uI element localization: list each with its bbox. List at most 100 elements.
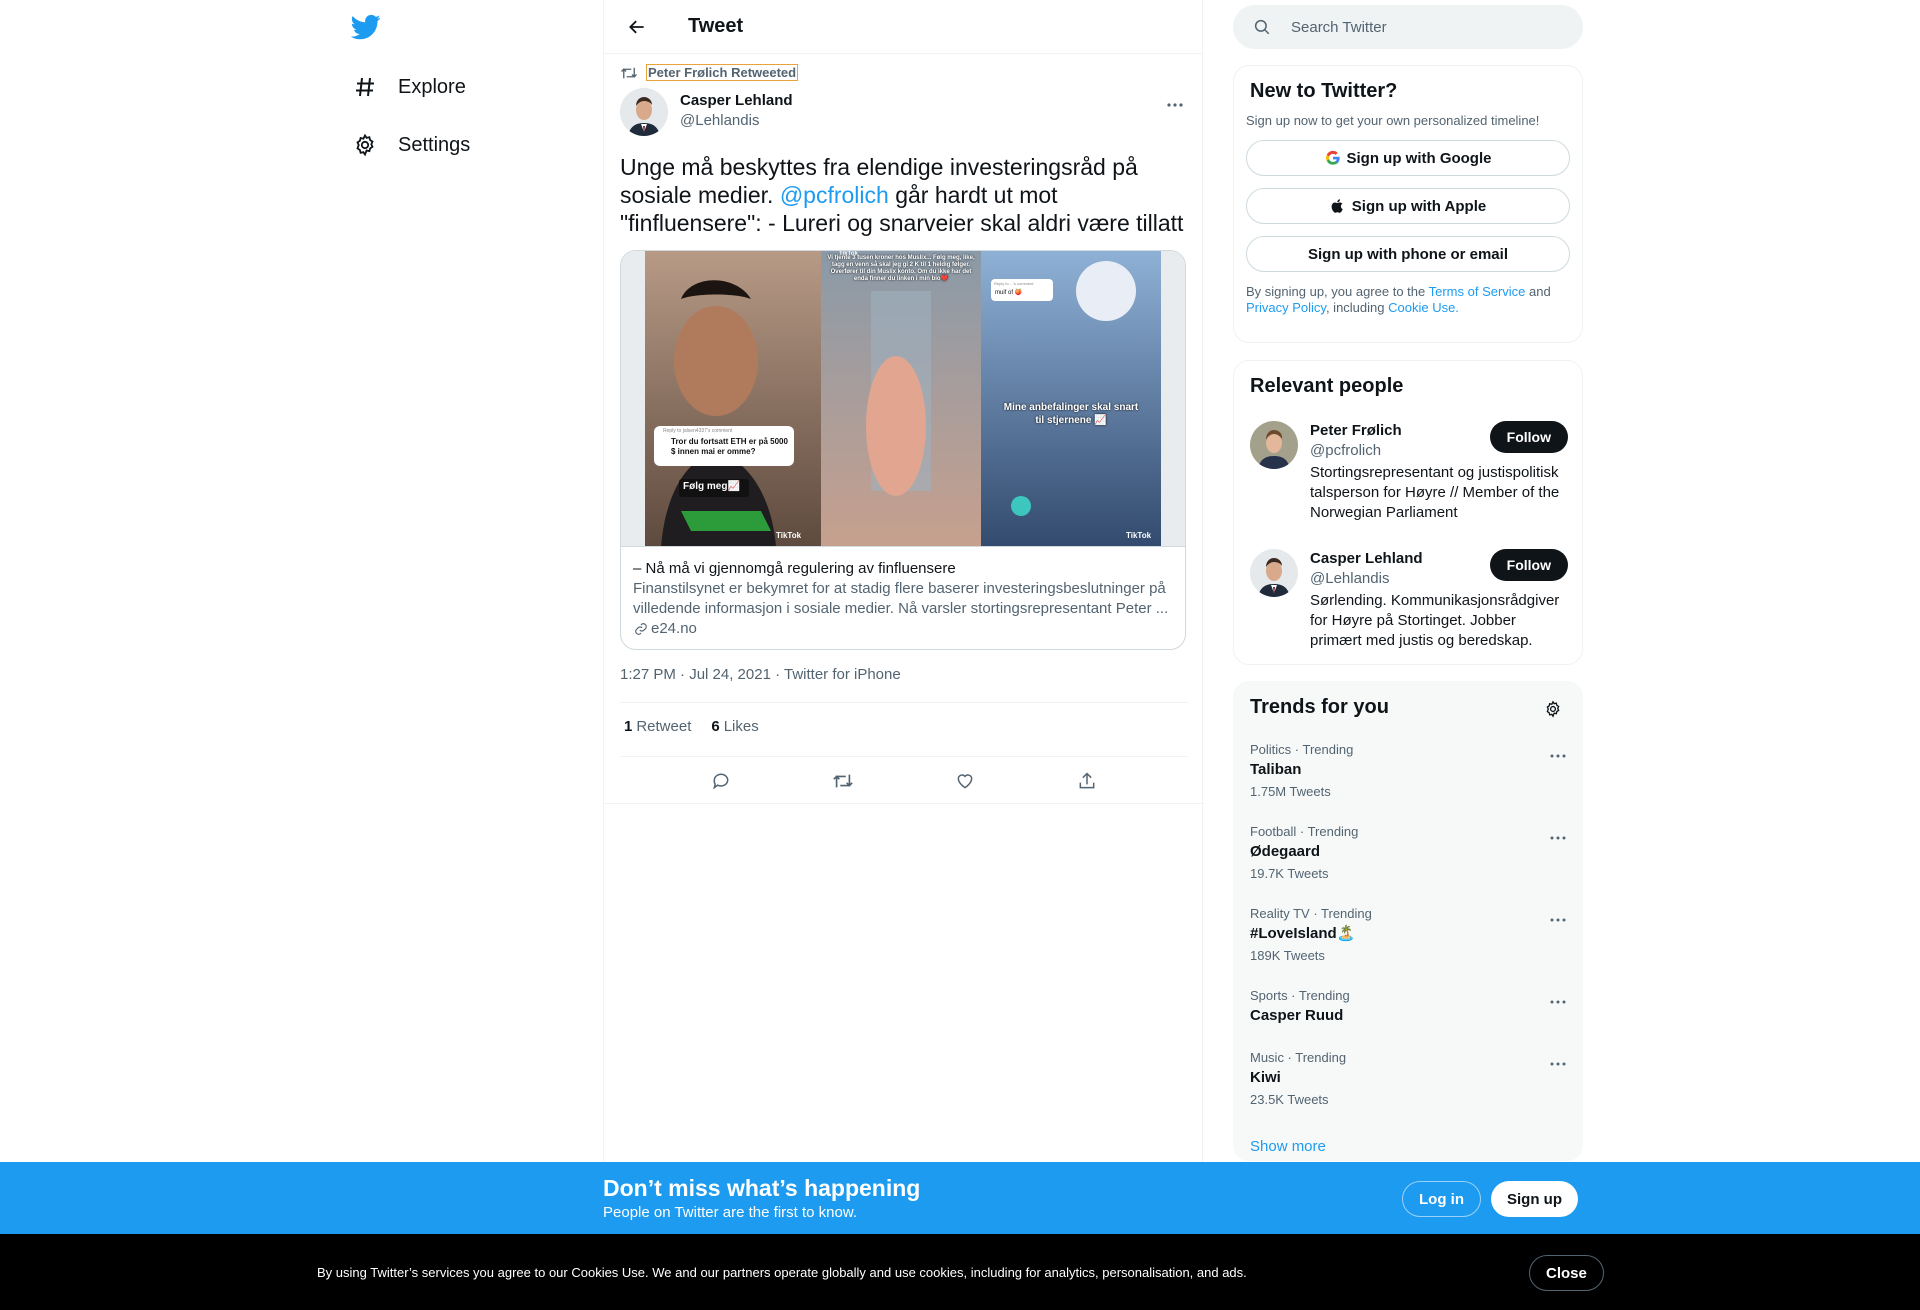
signup-phone-button[interactable]: Sign up with phone or email <box>1246 236 1570 272</box>
retweeted-by-link[interactable]: Peter Frølich Retweeted <box>646 64 799 81</box>
trend-name: #LoveIsland🏝️ <box>1250 925 1356 942</box>
avatar[interactable] <box>620 88 668 136</box>
more-icon <box>1550 1000 1566 1004</box>
author-handle[interactable]: @Lehlandis <box>680 111 793 131</box>
terms-text-2: and <box>1525 284 1551 299</box>
retweets-stat[interactable]: 1 Retweet <box>624 718 691 735</box>
more-icon <box>1550 754 1566 758</box>
page-title: Tweet <box>688 15 744 37</box>
nav-explore[interactable]: Explore <box>352 69 466 105</box>
image-bubble1-text: Tror du fortsatt ETH er på 5000 $ innen … <box>671 437 788 456</box>
cookie-text: By using Twitter’s services you agree to… <box>317 1265 1247 1280</box>
trend-more-button[interactable] <box>1546 908 1570 932</box>
signup-terms: By signing up, you agree to the Terms of… <box>1246 284 1570 316</box>
trend-count: 189K Tweets <box>1250 948 1325 963</box>
share-icon <box>1079 772 1095 789</box>
trend-name: Ødegaard <box>1250 843 1321 860</box>
image-overlay-right: Mine anbefalinger skal snart til stjerne… <box>1003 402 1139 426</box>
trend-category: Music · Trending <box>1250 1050 1347 1065</box>
trends-settings-button[interactable] <box>1540 696 1566 722</box>
trend-name: Kiwi <box>1250 1069 1281 1086</box>
terms-of-service-link[interactable]: Terms of Service <box>1429 284 1526 299</box>
likes-stat[interactable]: 6 Likes <box>711 718 758 735</box>
author-name[interactable]: Casper Lehland <box>680 91 793 111</box>
main-column: Tweet Peter Frølich Retweeted Casper Leh… <box>603 0 1204 1310</box>
nav-settings[interactable]: Settings <box>352 127 470 163</box>
trend-item[interactable]: Football · Trending Ødegaard 19.7K Tweet… <box>1250 824 1570 882</box>
show-more-link[interactable]: Show more <box>1250 1138 1326 1155</box>
retweet-context: Peter Frølich Retweeted <box>620 64 799 81</box>
retweet-icon <box>833 774 853 788</box>
back-button[interactable] <box>620 10 654 44</box>
more-icon <box>1167 103 1183 107</box>
image-follow-text: Følg meg📈 <box>683 481 740 492</box>
retweets-count: 1 <box>624 718 633 735</box>
reply-icon <box>713 773 729 790</box>
retweet-button[interactable] <box>826 764 860 798</box>
terms-text-1: By signing up, you agree to the <box>1246 284 1429 299</box>
search-bar[interactable] <box>1233 5 1583 49</box>
follow-button[interactable]: Follow <box>1489 549 1568 581</box>
card-domain: e24.no <box>633 619 1173 639</box>
share-button[interactable] <box>1070 764 1104 798</box>
trend-category: Politics · Trending <box>1250 742 1354 757</box>
trend-item[interactable]: Politics · Trending Taliban 1.75M Tweets <box>1250 742 1570 800</box>
tweet-author: Casper Lehland @Lehlandis <box>620 88 1188 136</box>
link-card[interactable]: Reply to jalsen4337's comment Tror du fo… <box>620 250 1186 650</box>
trend-item[interactable]: Reality TV · Trending #LoveIsland🏝️ 189K… <box>1250 906 1570 964</box>
avatar[interactable] <box>1250 549 1298 597</box>
card-title: – Nå må vi gjennomgå regulering av finfl… <box>633 560 956 577</box>
cookie-bar: By using Twitter’s services you agree to… <box>0 1234 1920 1310</box>
likes-label: Likes <box>723 718 759 735</box>
banner-subtitle: People on Twitter are the first to know. <box>603 1204 858 1221</box>
trend-more-button[interactable] <box>1546 990 1570 1014</box>
trend-more-button[interactable] <box>1546 744 1570 768</box>
link-icon <box>635 623 647 635</box>
trend-more-button[interactable] <box>1546 1052 1570 1076</box>
login-button[interactable]: Log in <box>1402 1181 1481 1217</box>
search-icon <box>1254 19 1270 35</box>
cookie-close-button[interactable]: Close <box>1529 1255 1604 1291</box>
trend-item[interactable]: Music · Trending Kiwi 23.5K Tweets <box>1250 1050 1570 1108</box>
heart-icon <box>957 774 973 789</box>
signup-button[interactable]: Sign up <box>1491 1181 1578 1217</box>
signup-google-button[interactable]: Sign up with Google <box>1246 140 1570 176</box>
nav-settings-label: Settings <box>398 133 471 156</box>
signup-apple-button[interactable]: Sign up with Apple <box>1246 188 1570 224</box>
trend-count: 1.75M Tweets <box>1250 784 1331 799</box>
twitter-bird-icon[interactable] <box>350 12 383 44</box>
hashtag-icon <box>352 74 378 100</box>
apple-icon <box>1330 197 1346 215</box>
person-bio: Sørlending. Kommunikasjonsrådgiver for H… <box>1310 592 1560 649</box>
retweet-icon <box>621 67 637 78</box>
privacy-policy-link[interactable]: Privacy Policy <box>1246 300 1326 315</box>
mention-link[interactable]: @pcfrolich <box>780 182 889 208</box>
cookie-use-link[interactable]: Cookie Use. <box>1388 300 1459 315</box>
more-options-button[interactable] <box>1162 92 1188 118</box>
retweets-label: Retweet <box>636 718 692 735</box>
trends-title: Trends for you <box>1250 696 1389 718</box>
tweet-actions <box>620 764 1188 798</box>
reply-button[interactable] <box>704 764 738 798</box>
trend-count: 23.5K Tweets <box>1250 1092 1329 1107</box>
like-button[interactable] <box>948 764 982 798</box>
person-bio: Stortingsrepresentant og justispolitisk … <box>1310 464 1560 521</box>
tweet-text: Unge må beskyttes fra elendige investeri… <box>620 153 1190 237</box>
tweet-timestamp[interactable]: 1:27 PM · Jul 24, 2021 · Twitter for iPh… <box>620 666 901 683</box>
trend-item[interactable]: Sports · Trending Casper Ruud <box>1250 988 1570 1026</box>
divider <box>620 702 1188 703</box>
avatar[interactable] <box>1250 421 1298 469</box>
gear-icon <box>352 132 378 158</box>
trend-more-button[interactable] <box>1546 826 1570 850</box>
google-icon <box>1325 150 1341 166</box>
follow-button[interactable]: Follow <box>1489 421 1568 453</box>
signup-apple-label: Sign up with Apple <box>1351 197 1487 215</box>
signup-phone-label: Sign up with phone or email <box>1307 245 1508 263</box>
trend-category: Sports · Trending <box>1250 988 1350 1003</box>
card-image: Reply to jalsen4337's comment Tror du fo… <box>621 251 1185 547</box>
trend-name: Taliban <box>1250 761 1302 778</box>
signup-banner: Don’t miss what’s happening People on Tw… <box>0 1162 1920 1234</box>
arrow-left-icon <box>629 20 644 33</box>
card-domain-text: e24.no <box>651 620 697 637</box>
search-input[interactable] <box>1291 18 1551 36</box>
